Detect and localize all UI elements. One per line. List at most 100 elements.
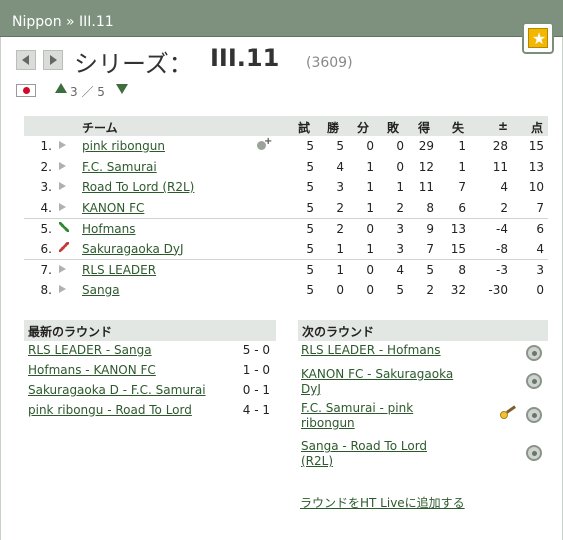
breadcrumb[interactable]: Nippon » III.11 <box>12 14 114 30</box>
trend-same-icon <box>59 180 71 192</box>
team-link[interactable]: RLS LEADER <box>82 263 156 277</box>
stat-pts: 4 <box>536 241 544 256</box>
stat-w: 3 <box>336 180 344 194</box>
latest-round-title: 最新のラウンド <box>24 320 276 341</box>
trend-same-icon <box>59 283 71 295</box>
match-link[interactable]: Hofmans - KANON FC <box>28 363 156 377</box>
list-item: Sakuragaoka D - F.C. Samurai 0 - 1 <box>24 381 276 401</box>
level-down-icon[interactable] <box>116 84 128 94</box>
supporter-badge[interactable]: ★ <box>522 22 554 54</box>
next-league-button[interactable] <box>43 50 63 70</box>
team-link[interactable]: Sanga <box>82 283 120 297</box>
stat-ga: 1 <box>458 159 466 174</box>
header-games: 試 <box>298 121 311 135</box>
stat-d: 1 <box>366 159 374 174</box>
stat-diff: 11 <box>492 159 508 174</box>
list-item: RLS LEADER - Sanga 5 - 0 <box>24 341 276 361</box>
match-link[interactable]: pink ribongu - Road To Lord <box>28 403 192 417</box>
team-link[interactable]: F.C. Samurai <box>82 160 157 174</box>
table-row: 3. Road To Lord (R2L) 5 3 1 1 11 7 4 10 <box>24 177 548 198</box>
list-item: KANON FC - Sakuragaoka DyJ <box>298 365 548 399</box>
stat-pts: 13 <box>528 159 544 174</box>
stat-gf: 9 <box>426 222 434 236</box>
next-round-matches: RLS LEADER - Hofmans KANON FC - Sakuragao… <box>298 341 548 471</box>
stat-d: 0 <box>366 263 374 277</box>
header-losses: 敗 <box>387 121 400 135</box>
trend-same-icon <box>59 263 71 275</box>
team-link[interactable]: Road To Lord (R2L) <box>82 180 194 194</box>
table-row: 6. Sakuragaoka DyJ 5 1 1 3 7 15 -8 4 <box>24 239 548 260</box>
header-points: 点 <box>531 121 544 135</box>
series-label: シリーズ： <box>74 50 193 78</box>
standings-table: チーム 試 勝 分 敗 得 失 ± 点 1. pink ribongun +5 5 0 0… <box>24 116 548 300</box>
position: 3. <box>40 180 52 194</box>
team-link[interactable]: KANON FC <box>82 201 144 215</box>
stat-l: 4 <box>396 263 404 277</box>
arrow-left-icon <box>22 55 29 65</box>
match-line-2: (R2L) <box>301 454 334 468</box>
stat-w: 4 <box>336 159 344 174</box>
magnifier-icon[interactable] <box>526 445 542 461</box>
stat-ga: 1 <box>458 139 466 153</box>
stat-l: 3 <box>396 241 404 256</box>
match-link[interactable]: F.C. Samurai - pink ribongun <box>301 401 491 431</box>
match-link[interactable]: Sanga - Road To Lord (R2L) <box>301 439 491 469</box>
header-diff: ± <box>498 119 509 133</box>
stat-gf: 5 <box>426 263 434 277</box>
standings-header: チーム 試 勝 分 敗 得 失 ± 点 <box>24 116 548 136</box>
group-icon[interactable]: + <box>256 137 272 152</box>
team-link[interactable]: Sakuragaoka DyJ <box>82 242 184 256</box>
stat-d: 1 <box>366 180 374 194</box>
stat-pts: 6 <box>536 222 544 236</box>
trend-same-icon <box>59 160 71 172</box>
magnifier-icon[interactable] <box>526 407 542 423</box>
stat-ga: 32 <box>450 282 466 297</box>
match-link[interactable]: RLS LEADER - Hofmans <box>301 343 491 358</box>
japan-flag-icon[interactable] <box>16 84 36 97</box>
pencil-icon[interactable] <box>500 405 516 421</box>
table-row: 2. F.C. Samurai 5 4 1 0 12 1 11 13 <box>24 157 548 178</box>
previous-league-button[interactable] <box>16 50 36 70</box>
table-row: 4. KANON FC 5 2 1 2 8 6 2 7 <box>24 198 548 219</box>
stat-diff: 28 <box>492 139 508 153</box>
match-line-1: Sanga - Road To Lord <box>301 439 428 453</box>
stat-d: 0 <box>366 282 374 297</box>
header-goals-for: 得 <box>418 121 431 135</box>
trend-up-icon <box>59 222 71 234</box>
league-name: III.11 <box>210 44 280 72</box>
stat-l: 1 <box>396 180 404 194</box>
level-up-icon[interactable] <box>55 83 67 93</box>
match-score: 5 - 0 <box>242 343 270 357</box>
stat-gf: 8 <box>426 200 434 215</box>
stat-diff: -4 <box>496 222 508 236</box>
magnifier-icon[interactable] <box>526 345 542 361</box>
team-link[interactable]: Hofmans <box>82 222 136 236</box>
team-link[interactable]: pink ribongun <box>82 139 165 153</box>
match-link[interactable]: RLS LEADER - Sanga <box>28 343 152 357</box>
stat-ga: 7 <box>458 180 466 194</box>
magnifier-icon[interactable] <box>526 373 542 389</box>
match-link[interactable]: KANON FC - Sakuragaoka DyJ <box>301 367 491 397</box>
next-round-box: 次のラウンド RLS LEADER - Hofmans KANON FC - Sa… <box>298 320 548 471</box>
position: 1. <box>40 139 52 153</box>
stat-diff: -8 <box>496 241 508 256</box>
stat-w: 1 <box>336 263 344 277</box>
table-row: 8. Sanga 5 0 0 5 2 32 -30 0 <box>24 280 548 301</box>
stat-d: 0 <box>366 139 374 153</box>
position: 8. <box>40 282 52 297</box>
list-item: pink ribongu - Road To Lord 4 - 1 <box>24 401 276 421</box>
stat-diff: -3 <box>496 263 508 277</box>
match-link[interactable]: Sakuragaoka D - F.C. Samurai <box>28 383 206 397</box>
position: 6. <box>40 241 52 256</box>
stat-l: 2 <box>396 200 404 215</box>
standings-rows: 1. pink ribongun +5 5 0 0 29 1 28 15 2. F.C. Samura… <box>24 136 548 300</box>
list-item: RLS LEADER - Hofmans <box>298 341 548 365</box>
add-to-ht-live-link[interactable]: ラウンドをHT Liveに追加する <box>300 494 465 511</box>
stat-w: 1 <box>336 241 344 256</box>
match-line-1: RLS LEADER - Hofmans <box>301 343 441 357</box>
stat-ga: 15 <box>450 241 466 256</box>
trend-same-icon <box>59 201 71 213</box>
stat-diff: 4 <box>500 180 508 194</box>
match-score: 1 - 0 <box>242 363 270 377</box>
table-row: 5. Hofmans 5 2 0 3 9 13 -4 6 <box>24 218 548 239</box>
